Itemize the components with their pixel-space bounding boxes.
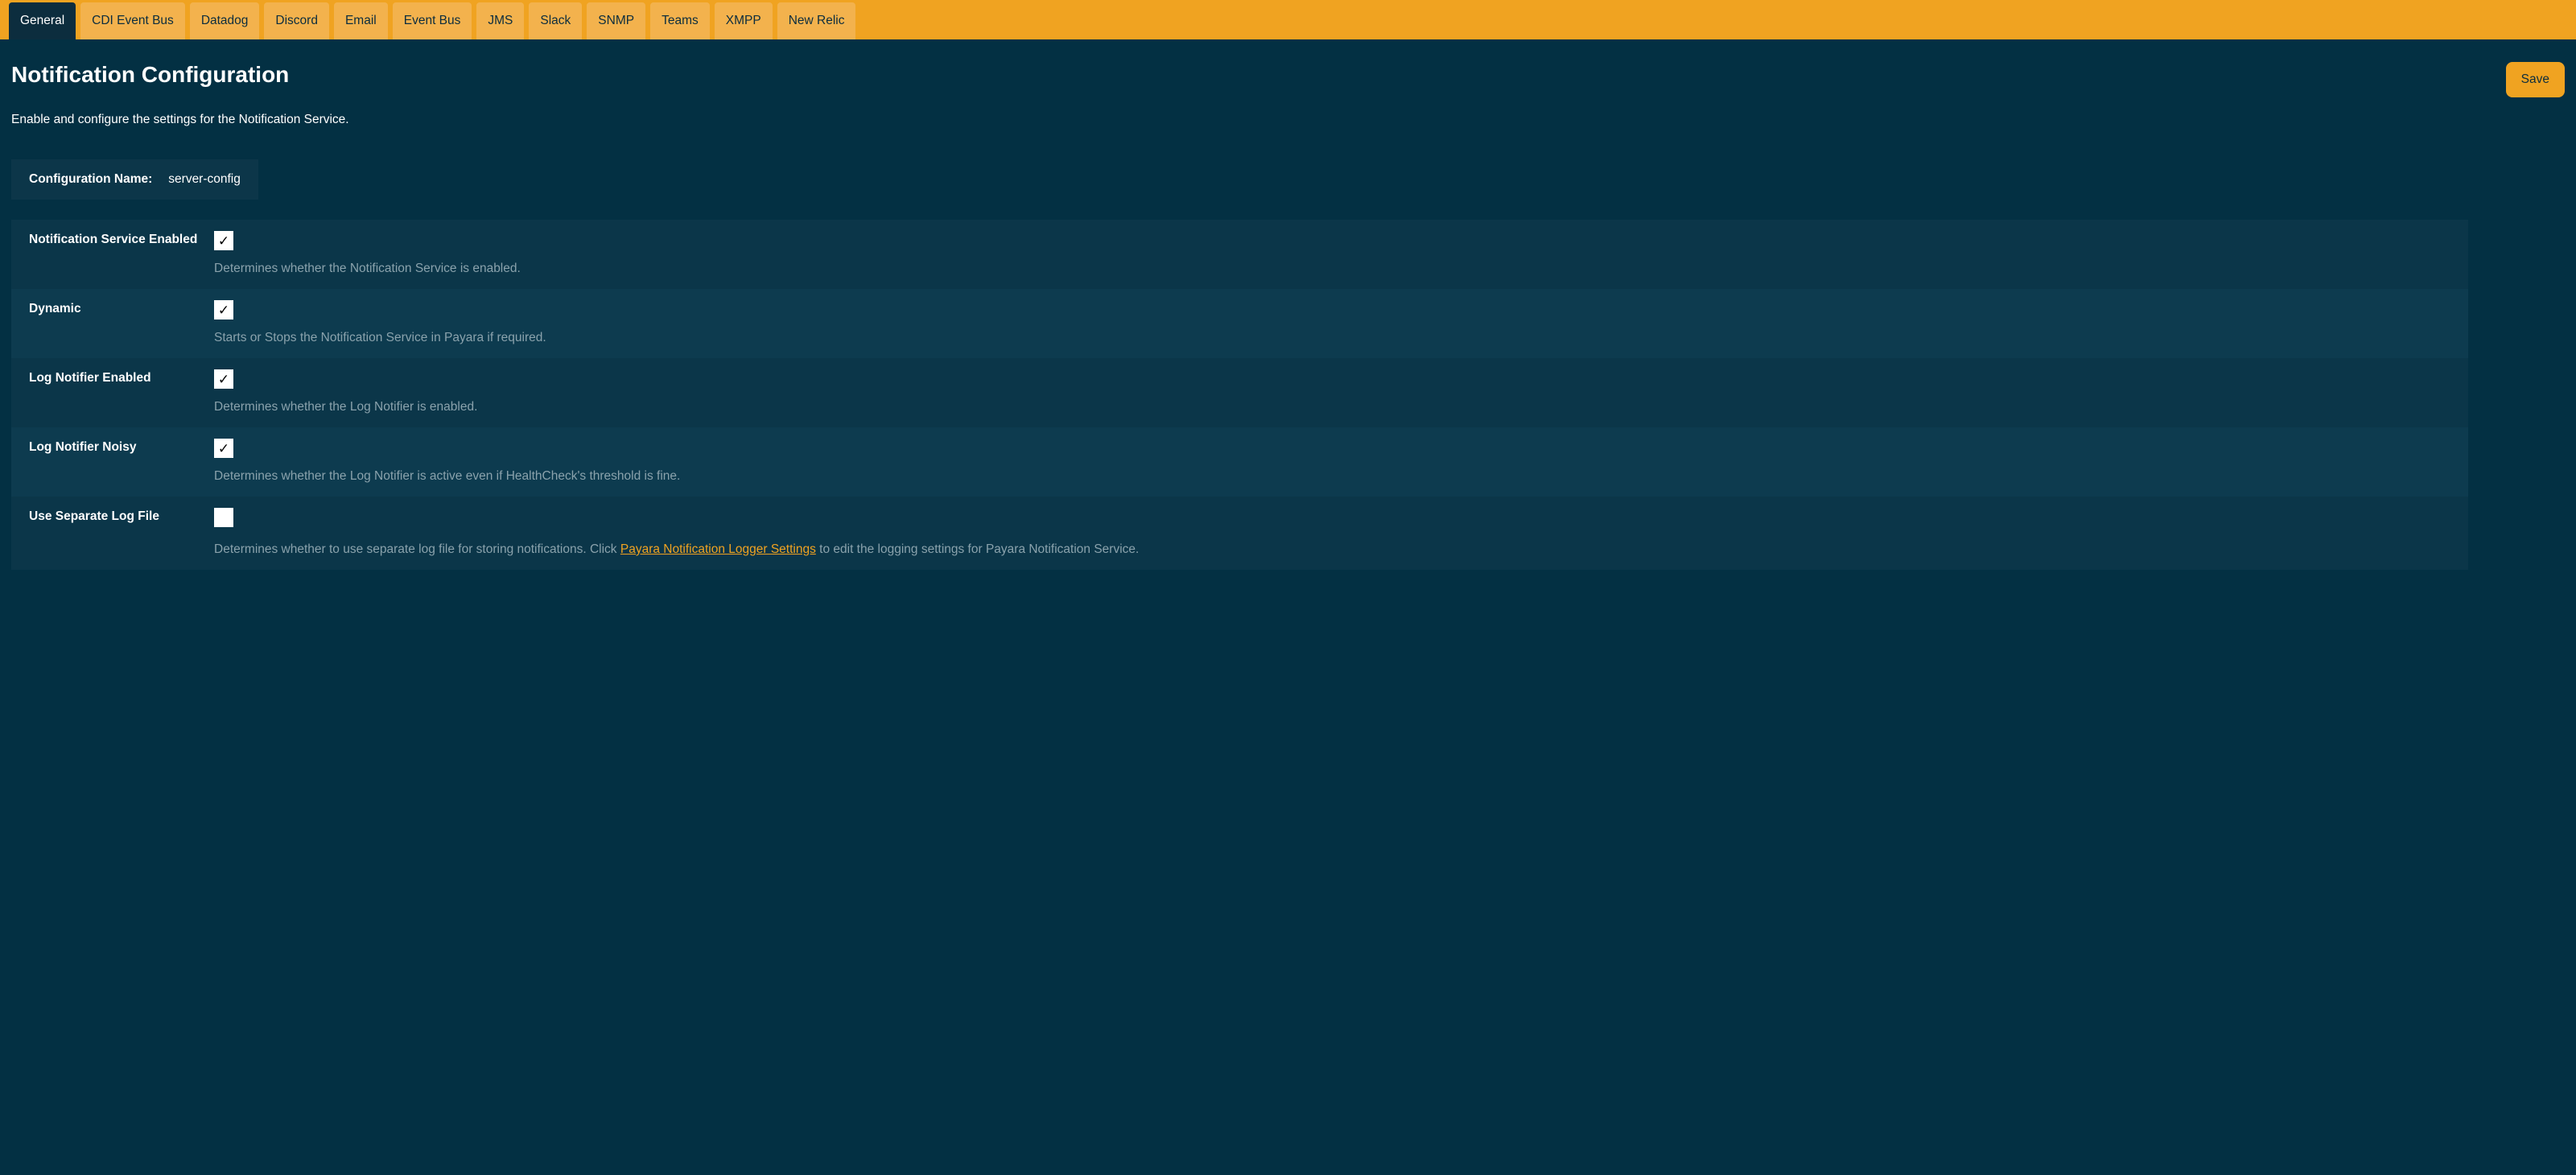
checkbox[interactable]: ✓ [214,231,233,250]
setting-control: ✓ Starts or Stops the Notification Servic… [214,300,2450,345]
setting-description-text: Determines whether to use separate log f… [214,542,620,556]
settings-row: Use Separate Log File Determines whether … [11,497,2468,570]
settings-row: Notification Service Enabled✓ Determines … [11,220,2468,289]
notification-logger-settings-link[interactable]: Payara Notification Logger Settings [620,542,816,556]
setting-description-text: to edit the logging settings for Payara … [816,542,1140,556]
checkbox[interactable] [214,508,233,527]
setting-label: Notification Service Enabled [29,231,214,247]
checkbox[interactable]: ✓ [214,369,233,389]
setting-control: ✓ Determines whether the Log Notifier is … [214,439,2450,484]
tab-snmp[interactable]: SNMP [587,2,645,39]
setting-label: Log Notifier Noisy [29,439,214,455]
setting-description: Determines whether the Notification Serv… [214,262,2450,276]
setting-description: Starts or Stops the Notification Service… [214,331,2450,345]
tabs-bar: GeneralCDI Event BusDatadogDiscordEmailE… [0,0,2576,39]
page-description: Enable and configure the settings for th… [11,113,2565,127]
setting-control: Determines whether to use separate log f… [214,508,2450,557]
tab-datadog[interactable]: Datadog [190,2,260,39]
setting-description: Determines whether the Log Notifier is a… [214,469,2450,484]
tab-slack[interactable]: Slack [529,2,582,39]
tab-general[interactable]: General [9,2,76,39]
tab-discord[interactable]: Discord [264,2,329,39]
setting-description: Determines whether the Log Notifier is e… [214,400,2450,414]
setting-control: ✓ Determines whether the Log Notifier is … [214,369,2450,414]
setting-label: Log Notifier Enabled [29,369,214,385]
tab-new-relic[interactable]: New Relic [777,2,856,39]
tab-jms[interactable]: JMS [476,2,524,39]
settings-row: Log Notifier Noisy✓ Determines whether th… [11,427,2468,497]
setting-control: ✓ Determines whether the Notification Ser… [214,231,2450,276]
header-row: Notification Configuration Save [11,39,2565,97]
save-button[interactable]: Save [2506,62,2565,97]
page-title: Notification Configuration [11,62,289,88]
settings-row: Dynamic✓ Starts or Stops the Notification… [11,289,2468,358]
content-area: Notification Configuration Save Enable a… [0,39,2576,581]
tab-email[interactable]: Email [334,2,388,39]
setting-label: Dynamic [29,300,214,316]
tab-xmpp[interactable]: XMPP [715,2,773,39]
tab-event-bus[interactable]: Event Bus [393,2,472,39]
setting-description: Determines whether to use separate log f… [214,542,2450,557]
checkbox[interactable]: ✓ [214,300,233,320]
checkbox[interactable]: ✓ [214,439,233,458]
config-name-label: Configuration Name: [29,172,152,187]
settings-table: Notification Service Enabled✓Determines … [11,220,2468,570]
tab-cdi-event-bus[interactable]: CDI Event Bus [80,2,185,39]
config-name-value: server-config [168,172,241,187]
tab-teams[interactable]: Teams [650,2,710,39]
config-name-box: Configuration Name: server-config [11,159,258,200]
settings-row: Log Notifier Enabled✓ Determines whether … [11,358,2468,427]
setting-label: Use Separate Log File [29,508,214,524]
